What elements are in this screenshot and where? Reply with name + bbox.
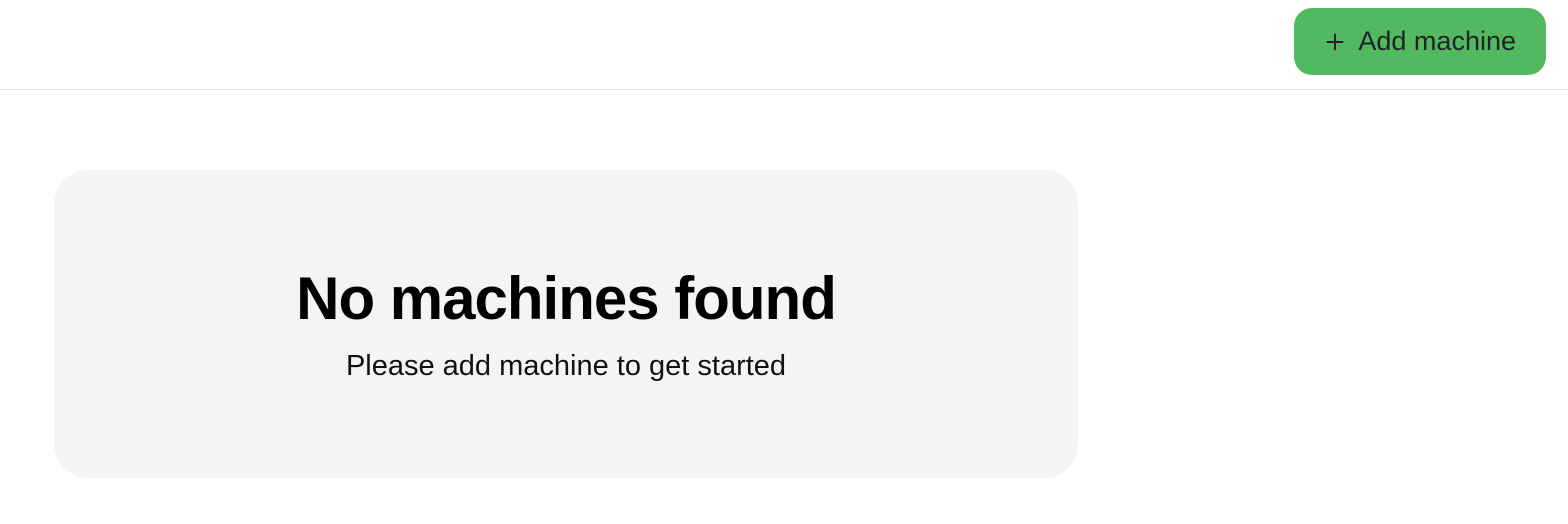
- add-machine-label: Add machine: [1358, 28, 1516, 55]
- empty-state-subtitle: Please add machine to get started: [346, 350, 786, 383]
- main-content: No machines found Please add machine to …: [0, 90, 1568, 478]
- empty-state-title: No machines found: [296, 266, 836, 332]
- empty-state-card: No machines found Please add machine to …: [54, 170, 1078, 478]
- plus-icon: [1324, 31, 1346, 53]
- header-bar: Add machine: [0, 0, 1568, 90]
- add-machine-button[interactable]: Add machine: [1294, 8, 1546, 75]
